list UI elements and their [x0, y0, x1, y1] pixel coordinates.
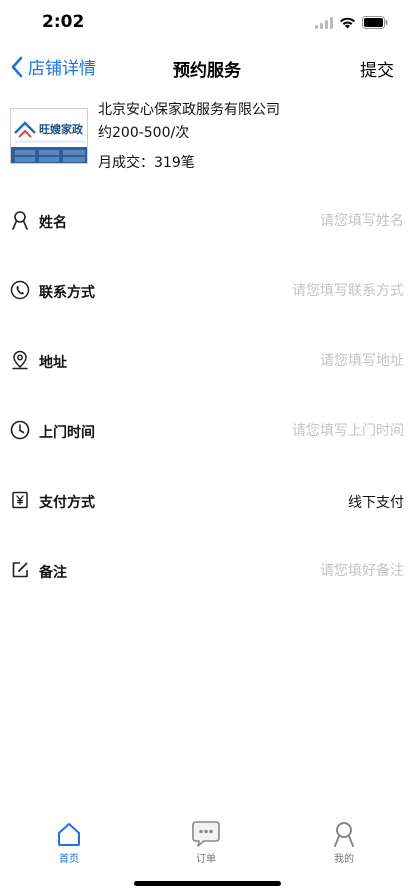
tab-orders[interactable]: 订单 [166, 812, 246, 868]
nav-bar: 店铺详情 预约服务 提交 [0, 48, 414, 88]
tab-home[interactable]: 首页 [29, 812, 109, 868]
address-input[interactable] [184, 348, 404, 374]
wifi-icon [340, 17, 355, 28]
back-button-label: 店铺详情 [28, 59, 96, 79]
phone-icon [10, 280, 30, 300]
home-icon [58, 823, 80, 846]
shop-price: 约200-500/次 [98, 125, 190, 141]
home-indicator [134, 881, 281, 886]
back-button[interactable]: 店铺详情 [10, 54, 96, 79]
chevron-left-icon [11, 56, 23, 77]
shop-monthly-deals: 月成交：319笔 [98, 155, 195, 171]
remark-input[interactable] [184, 558, 404, 584]
chat-bubble-icon [192, 821, 220, 847]
remark-label: 备注 [39, 565, 67, 581]
person-icon [12, 211, 28, 230]
payment-label: 支付方式 [39, 495, 95, 511]
status-time: 2:02 [42, 12, 85, 32]
status-bar: 2:02 [0, 0, 414, 48]
location-pin-icon [12, 350, 28, 370]
name-label: 姓名 [39, 215, 67, 231]
tab-profile-label: 我的 [334, 854, 354, 865]
signal-icon [315, 16, 333, 29]
shop-name: 北京安心保家政服务有限公司 [98, 102, 280, 118]
name-input[interactable] [184, 208, 404, 234]
visit-time-label: 上门时间 [39, 425, 95, 441]
svg-text:旺嫂家政: 旺嫂家政 [39, 122, 84, 136]
contact-input[interactable] [184, 278, 404, 304]
name-row[interactable]: 姓名 [0, 186, 414, 256]
address-label: 地址 [39, 355, 67, 371]
status-icons [315, 16, 388, 29]
battery-icon [362, 16, 388, 29]
visit-time-input[interactable] [184, 418, 404, 444]
contact-label: 联系方式 [39, 285, 95, 301]
tab-orders-label: 订单 [196, 854, 216, 865]
tab-home-label: 首页 [59, 854, 79, 865]
address-row[interactable]: 地址 [0, 326, 414, 396]
submit-button[interactable]: 提交 [360, 56, 394, 81]
remark-row[interactable]: 备注 [0, 536, 414, 606]
booking-form: 姓名 联系方式 地址 上门时间 支付方式 线下支付 [0, 186, 414, 606]
shop-logo: 旺嫂家政 [10, 108, 88, 164]
contact-row[interactable]: 联系方式 [0, 256, 414, 326]
tab-bar: 首页 订单 我的 [0, 812, 414, 872]
edit-icon [12, 562, 28, 578]
payment-value[interactable]: 线下支付 [348, 492, 404, 512]
clock-icon [10, 420, 30, 440]
tab-profile[interactable]: 我的 [304, 812, 384, 868]
visit-time-row[interactable]: 上门时间 [0, 396, 414, 466]
payment-row[interactable]: 支付方式 线下支付 [0, 466, 414, 536]
user-icon [334, 822, 354, 847]
yuan-icon [12, 491, 28, 509]
shop-summary: 旺嫂家政 北京安心保家政服务有限公司 约200-500/次 月成交：319笔 [10, 96, 404, 172]
